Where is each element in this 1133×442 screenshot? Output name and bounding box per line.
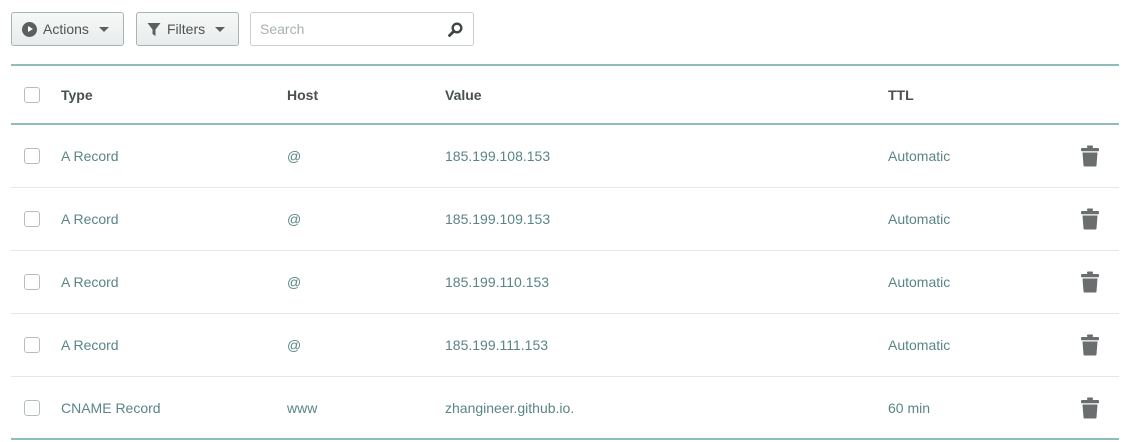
table-row: A Record @ 185.199.111.153 Automatic [11, 314, 1119, 377]
row-checkbox[interactable] [24, 337, 40, 353]
record-type[interactable]: A Record [61, 274, 119, 290]
funnel-icon [147, 22, 161, 36]
table-row: CNAME Record www zhangineer.github.io. 6… [11, 377, 1119, 440]
record-host[interactable]: @ [287, 337, 301, 353]
table-row: A Record @ 185.199.110.153 Automatic [11, 251, 1119, 314]
record-value[interactable]: 185.199.110.153 [445, 274, 549, 290]
record-host[interactable]: @ [287, 211, 301, 227]
record-ttl[interactable]: 60 min [888, 400, 930, 416]
record-type[interactable]: CNAME Record [61, 400, 161, 416]
record-type[interactable]: A Record [61, 337, 119, 353]
caret-down-icon [98, 26, 109, 32]
column-header-value[interactable]: Value [445, 87, 482, 103]
table-row: A Record @ 185.199.108.153 Automatic [11, 125, 1119, 188]
toolbar: Actions Filters [11, 12, 474, 46]
record-ttl[interactable]: Automatic [888, 211, 950, 227]
actions-dropdown-button[interactable]: Actions [11, 12, 124, 46]
actions-label: Actions [43, 21, 89, 37]
trash-icon[interactable] [1081, 208, 1099, 230]
column-header-host[interactable]: Host [287, 87, 318, 103]
record-type[interactable]: A Record [61, 211, 119, 227]
record-ttl[interactable]: Automatic [888, 337, 950, 353]
record-host[interactable]: www [287, 400, 317, 416]
record-value[interactable]: 185.199.111.153 [445, 337, 548, 353]
table-row: A Record @ 185.199.109.153 Automatic [11, 188, 1119, 251]
record-ttl[interactable]: Automatic [888, 148, 950, 164]
column-header-type[interactable]: Type [61, 87, 93, 103]
trash-icon[interactable] [1081, 271, 1099, 293]
record-host[interactable]: @ [287, 148, 301, 164]
filters-label: Filters [167, 21, 206, 37]
column-header-ttl[interactable]: TTL [888, 87, 914, 103]
dns-records-table: Type Host Value TTL A Record @ 185.199.1… [11, 64, 1119, 440]
row-checkbox[interactable] [24, 399, 40, 416]
search-input[interactable] [260, 21, 448, 37]
select-all-checkbox[interactable] [24, 86, 40, 103]
search-box [250, 12, 474, 46]
play-circle-icon [22, 21, 37, 37]
row-checkbox[interactable] [24, 274, 40, 290]
record-type[interactable]: A Record [61, 148, 119, 164]
table-header: Type Host Value TTL [11, 66, 1119, 125]
record-value[interactable]: 185.199.108.153 [445, 148, 550, 164]
filters-dropdown-button[interactable]: Filters [136, 12, 239, 46]
trash-icon[interactable] [1081, 145, 1099, 167]
record-value[interactable]: 185.199.109.153 [445, 211, 550, 227]
caret-down-icon [215, 26, 226, 32]
record-value[interactable]: zhangineer.github.io. [445, 400, 574, 416]
trash-icon[interactable] [1081, 397, 1099, 418]
row-checkbox[interactable] [24, 148, 40, 164]
row-checkbox[interactable] [24, 211, 40, 227]
search-icon[interactable] [448, 21, 463, 37]
trash-icon[interactable] [1081, 334, 1099, 356]
record-host[interactable]: @ [287, 274, 301, 290]
record-ttl[interactable]: Automatic [888, 274, 950, 290]
